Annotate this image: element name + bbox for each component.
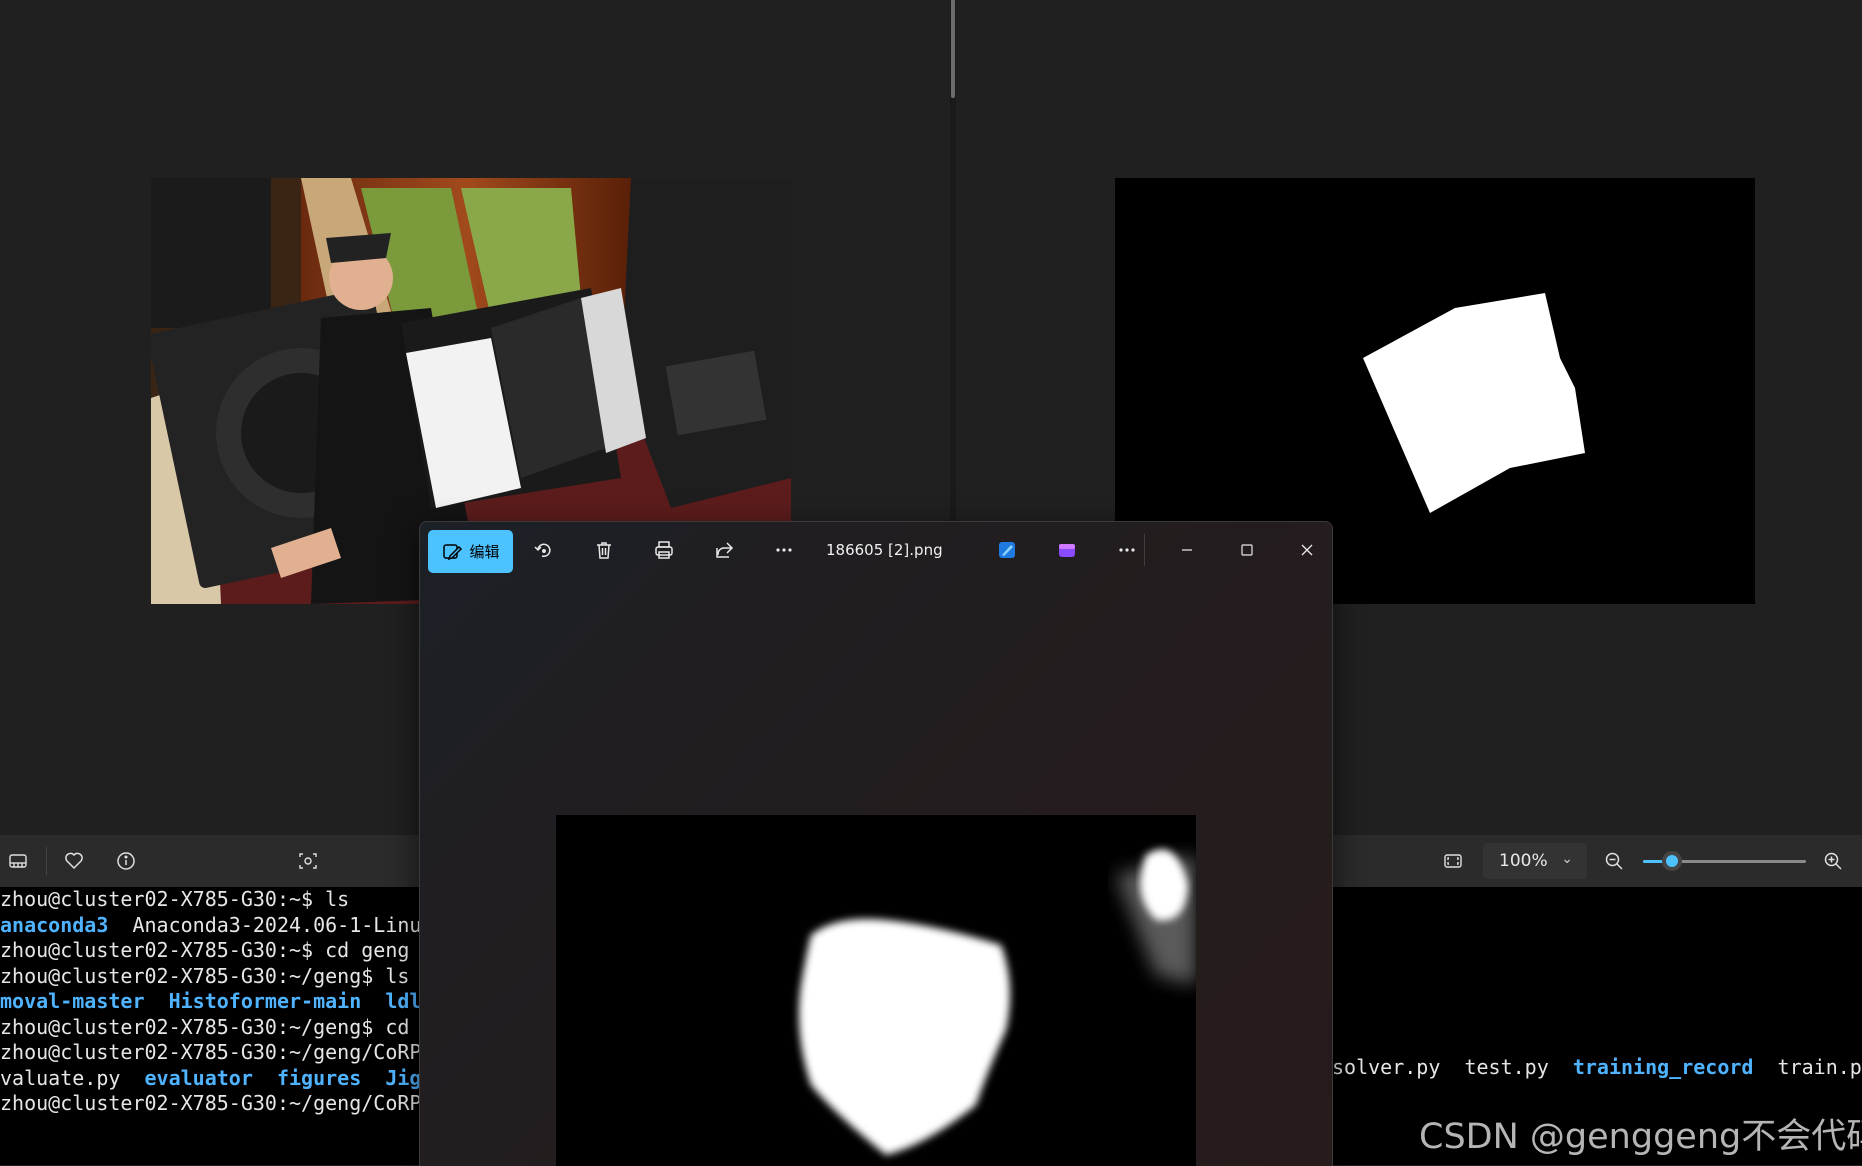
terminal-directory-text: moval-master Histoformer-main ldl — [0, 989, 422, 1013]
title-bar-separator — [1144, 534, 1145, 566]
close-icon[interactable] — [1291, 534, 1323, 566]
face-scan-icon[interactable] — [296, 849, 320, 873]
terminal-line: moval-master Histoformer-main ldl — [0, 989, 421, 1014]
title-bar[interactable]: 编辑 186605 [2].png — [420, 522, 1332, 578]
photos-app-window: 编辑 186605 [2].png — [419, 521, 1333, 1166]
terminal-line: zhou@cluster02-X785-G30:~$ cd geng — [0, 938, 409, 963]
terminal-text: train.p — [1753, 1055, 1862, 1079]
zoom-in-icon[interactable] — [1821, 849, 1845, 873]
terminal-text: zhou@cluster02-X785-G30:~/geng/CoRP — [0, 1091, 422, 1115]
more-icon[interactable] — [768, 534, 800, 566]
print-icon[interactable] — [648, 534, 680, 566]
terminal-text: zhou@cluster02-X785-G30:~$ ls — [0, 887, 350, 911]
terminal-text: zhou@cluster02-X785-G30:~$ cd geng — [0, 938, 410, 962]
terminal-directory-text: training_record — [1572, 1055, 1754, 1079]
maximize-icon[interactable] — [1231, 534, 1263, 566]
terminal-text: zhou@cluster02-X785-G30:~/geng$ ls — [0, 963, 410, 988]
zoom-label: 100% — [1499, 851, 1548, 871]
terminal-line: anaconda3 Anaconda3-2024.06-1-Linu — [0, 913, 421, 938]
terminal-line-right: solver.py test.py training_record train.… — [1332, 1055, 1862, 1079]
clipchamp-icon[interactable] — [1051, 534, 1083, 566]
filmstrip-icon[interactable] — [6, 849, 30, 873]
designer-icon[interactable] — [991, 534, 1023, 566]
terminal-directory-text: evaluator figures Jig — [144, 1065, 422, 1090]
left-viewer-toolbar — [0, 835, 420, 887]
terminal-line: zhou@cluster02-X785-G30:~$ ls — [0, 887, 349, 912]
rotate-icon[interactable] — [528, 534, 560, 566]
zoom-out-icon[interactable] — [1602, 849, 1626, 873]
heart-icon[interactable] — [62, 849, 86, 873]
terminal-text: solver.py test.py — [1332, 1055, 1573, 1079]
info-icon[interactable] — [114, 849, 138, 873]
delete-icon[interactable] — [588, 534, 620, 566]
terminal-line: zhou@cluster02-X785-G30:~/geng$ ls — [0, 964, 409, 989]
saliency-mask-image — [556, 815, 1196, 1166]
edit-icon — [443, 543, 463, 560]
edit-label: 编辑 — [469, 543, 500, 561]
watermark: CSDN @genggeng不会代码 — [1419, 1117, 1862, 1157]
terminal-text: valuate.py — [0, 1065, 145, 1090]
terminal-text: zhou@cluster02-X785-G30:~/geng$ cd — [0, 1014, 410, 1039]
more-icon[interactable] — [1111, 534, 1143, 566]
minimize-icon[interactable] — [1171, 534, 1203, 566]
share-icon[interactable] — [708, 534, 740, 566]
terminal-text: Anaconda3-2024.06-1-Linu — [108, 912, 422, 937]
terminal-line: zhou@cluster02-X785-G30:~/geng$ cd — [0, 1015, 409, 1040]
terminal-line: zhou@cluster02-X785-G30:~/geng/CoRP — [0, 1091, 421, 1116]
toolbar-separator — [46, 847, 47, 875]
file-name: 186605 [2].png — [826, 541, 943, 559]
zoom-slider[interactable] — [1643, 851, 1806, 871]
scrollbar-thumb[interactable] — [951, 0, 955, 98]
edit-button[interactable]: 编辑 — [428, 530, 513, 573]
terminal-directory-text: anaconda3 — [0, 912, 109, 937]
chevron-down-icon: ⌄ — [1561, 851, 1573, 867]
terminal-line: valuate.py evaluator figures Jig — [0, 1066, 421, 1091]
terminal-text: zhou@cluster02-X785-G30:~/geng/CoRP — [0, 1040, 422, 1064]
terminal-line: zhou@cluster02-X785-G30:~/geng/CoRP — [0, 1040, 421, 1065]
zoom-dropdown[interactable]: 100% ⌄ — [1483, 843, 1587, 879]
zoom-slider-thumb[interactable] — [1662, 851, 1682, 871]
fit-to-window-icon[interactable] — [1441, 849, 1465, 873]
